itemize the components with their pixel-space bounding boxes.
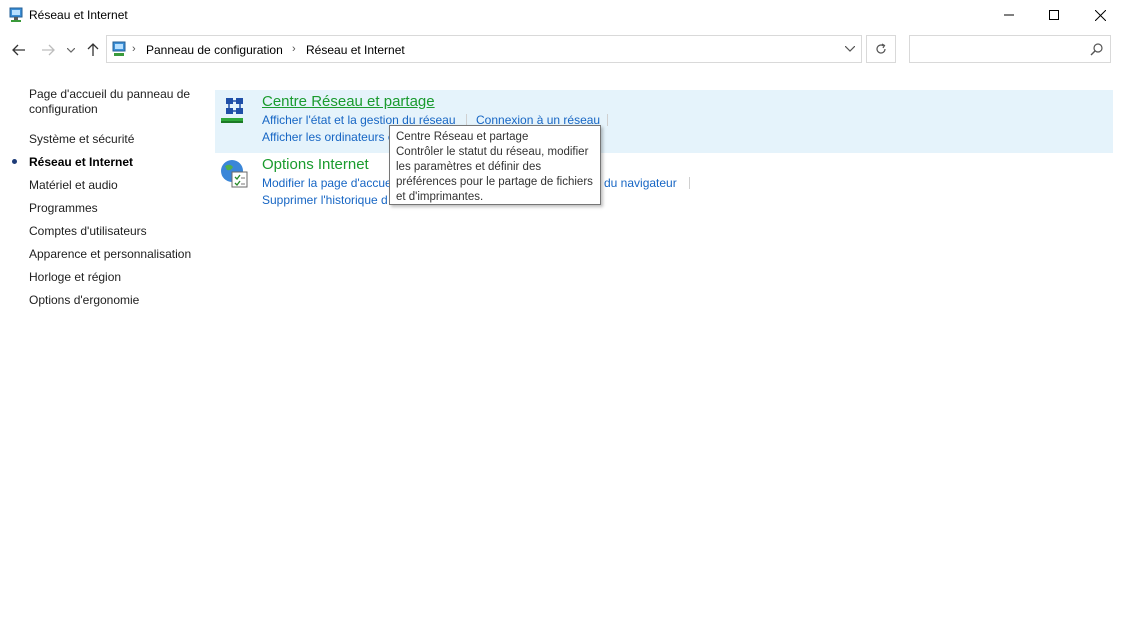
task-separator [689, 177, 690, 189]
tooltip-line: Contrôler le statut du réseau, modifier [396, 146, 589, 158]
control-panel-icon [111, 41, 127, 57]
internet-options-link[interactable]: Options Internet [262, 156, 369, 173]
minimize-button[interactable] [986, 0, 1032, 30]
network-sharing-icon [218, 94, 250, 126]
tooltip-title: Centre Réseau et partage [396, 131, 529, 143]
change-home-page-link[interactable]: Modifier la page d'accue [262, 176, 392, 190]
chevron-right-icon: › [292, 43, 296, 55]
sidebar-item-clock-region[interactable]: Horloge et région [29, 270, 121, 285]
address-history-button[interactable] [841, 40, 859, 58]
sidebar-item-control-panel-home[interactable]: Page d'accueil du panneau de [29, 87, 190, 102]
chevron-down-icon [845, 46, 855, 52]
back-button[interactable] [9, 40, 29, 60]
minimize-icon [1004, 14, 1014, 16]
recent-locations-button[interactable] [64, 40, 78, 60]
sidebar-item-control-panel-home-line2[interactable]: configuration [29, 102, 98, 117]
sidebar-item-ease-of-access[interactable]: Options d'ergonomie [29, 293, 139, 308]
sidebar-item-appearance[interactable]: Apparence et personnalisation [29, 247, 191, 262]
sidebar-item-system-security[interactable]: Système et sécurité [29, 132, 134, 147]
delete-browsing-history-link[interactable]: Supprimer l'historique d [262, 193, 388, 207]
view-network-computers-link[interactable]: Afficher les ordinateurs e [262, 130, 395, 144]
sidebar-item-programs[interactable]: Programmes [29, 201, 98, 216]
tooltip-line: préférences pour le partage de fichiers [396, 176, 593, 188]
forward-button[interactable] [38, 40, 58, 60]
control-panel-network-icon [8, 7, 24, 23]
close-icon [1094, 9, 1106, 21]
sidebar-item-user-accounts[interactable]: Comptes d'utilisateurs [29, 224, 147, 239]
address-bar[interactable]: › Panneau de configuration › Réseau et I… [106, 35, 862, 63]
refresh-icon [876, 43, 886, 54]
network-sharing-center-link[interactable]: Centre Réseau et partage [262, 93, 435, 110]
category-internet-options[interactable]: Options Internet Modifier la page d'accu… [215, 153, 1113, 213]
active-bullet [12, 159, 17, 164]
navigation-bar: › Panneau de configuration › Réseau et I… [0, 34, 1123, 66]
maximize-button[interactable] [1031, 0, 1077, 30]
chevron-down-icon [67, 47, 75, 53]
tooltip-line: les paramètres et définir des [396, 161, 542, 173]
search-input[interactable] [909, 35, 1111, 63]
breadcrumb-control-panel[interactable]: Panneau de configuration [146, 43, 283, 57]
search-icon [1090, 42, 1104, 56]
arrow-right-icon [42, 44, 55, 56]
maximize-icon [1049, 10, 1059, 20]
chevron-right-icon: › [132, 43, 136, 55]
refresh-button[interactable] [866, 35, 896, 63]
arrow-left-icon [12, 44, 25, 56]
sidebar-item-hardware-sound[interactable]: Matériel et audio [29, 178, 118, 193]
sidebar-item-network-internet[interactable]: Réseau et Internet [29, 155, 133, 170]
up-button[interactable] [83, 40, 103, 60]
tooltip-line: et d'imprimantes. [396, 191, 484, 203]
close-button[interactable] [1077, 0, 1123, 30]
internet-options-icon [218, 157, 250, 189]
tooltip: Centre Réseau et partage Contrôler le st… [389, 125, 601, 205]
manage-browser-addons-link[interactable]: du navigateur [604, 176, 677, 190]
window-title: Réseau et Internet [29, 8, 128, 22]
breadcrumb-network-internet[interactable]: Réseau et Internet [306, 43, 405, 57]
title-bar: Réseau et Internet [0, 0, 1123, 30]
category-network-sharing-center[interactable]: Centre Réseau et partage Afficher l'état… [215, 90, 1113, 153]
task-separator [607, 114, 608, 126]
arrow-up-icon [87, 43, 99, 56]
